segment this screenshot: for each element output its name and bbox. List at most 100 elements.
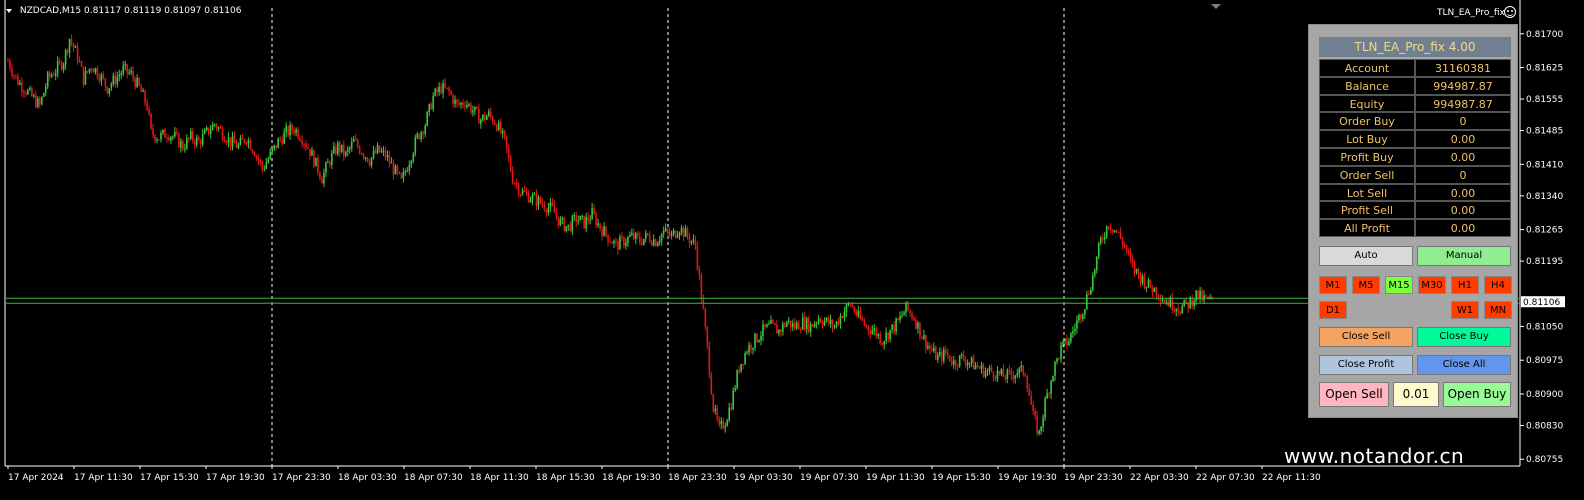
timeframe-mn-button[interactable]: MN xyxy=(1484,301,1512,319)
bull-candle xyxy=(382,150,385,152)
bear-candle xyxy=(15,75,17,77)
bear-candle xyxy=(400,173,403,179)
bull-candle xyxy=(1199,290,1201,299)
timeframe-w1-button[interactable]: W1 xyxy=(1451,301,1479,319)
bear-candle xyxy=(637,233,639,237)
bear-candle xyxy=(86,70,89,73)
bear-candle xyxy=(243,139,246,144)
manual-button[interactable]: Manual xyxy=(1417,246,1511,266)
time-tick-label: 17 Apr 2024 xyxy=(8,473,64,483)
bear-candle xyxy=(207,127,210,135)
lot-size-input[interactable]: 0.01 xyxy=(1393,382,1439,407)
bull-candle xyxy=(231,136,234,147)
bull-candle xyxy=(895,318,897,332)
timeframe-m30-button[interactable]: M30 xyxy=(1418,276,1446,294)
bear-candle xyxy=(599,223,601,230)
bull-candle xyxy=(933,347,935,352)
ea-stat-label: Lot Sell xyxy=(1319,183,1415,202)
bear-candle xyxy=(102,74,105,79)
timeframe-m5-button[interactable]: M5 xyxy=(1352,276,1380,294)
bull-candle xyxy=(410,160,413,165)
bear-candle xyxy=(138,77,140,86)
bull-candle xyxy=(996,370,999,379)
bull-candle xyxy=(585,216,587,229)
bull-candle xyxy=(346,149,349,152)
bear-candle xyxy=(166,137,168,139)
auto-button[interactable]: Auto xyxy=(1319,246,1413,266)
bear-candle xyxy=(378,145,381,153)
time-tick-label: 18 Apr 19:30 xyxy=(602,473,661,483)
close-profit-button[interactable]: Close Profit xyxy=(1319,355,1413,375)
bear-candle xyxy=(1157,295,1160,298)
bull-candle xyxy=(923,335,925,339)
bull-candle xyxy=(937,355,939,360)
bull-candle xyxy=(567,224,570,227)
bear-candle xyxy=(639,236,641,243)
bear-candle xyxy=(221,128,224,140)
bear-candle xyxy=(881,343,883,345)
bull-candle xyxy=(227,137,230,143)
timeframe-m15-button[interactable]: M15 xyxy=(1385,276,1413,294)
close-sell-button[interactable]: Close Sell xyxy=(1319,327,1413,347)
bull-candle xyxy=(348,147,351,150)
bull-candle xyxy=(1062,341,1064,345)
bull-candle xyxy=(581,215,583,217)
bull-candle xyxy=(805,318,808,330)
timeframe-d1-button[interactable]: D1 xyxy=(1319,301,1347,319)
bear-candle xyxy=(299,138,301,141)
bull-candle xyxy=(877,334,880,337)
bear-candle xyxy=(511,170,514,184)
bear-candle xyxy=(176,132,178,134)
bull-candle xyxy=(672,230,675,234)
bull-candle xyxy=(1147,279,1150,287)
bull-candle xyxy=(1095,256,1098,270)
bull-candle xyxy=(942,349,945,361)
bear-candle xyxy=(388,155,391,164)
timeframe-h1-button[interactable]: H1 xyxy=(1451,276,1479,294)
bear-candle xyxy=(178,133,180,148)
bear-candle xyxy=(82,66,85,85)
bull-candle xyxy=(156,139,158,141)
ea-stat-row: All Profit 0.00 xyxy=(1319,219,1511,237)
bear-candle xyxy=(313,150,315,167)
bull-candle xyxy=(678,232,681,236)
bull-candle xyxy=(402,172,405,179)
time-tick-label: 22 Apr 03:30 xyxy=(1130,473,1189,483)
bull-candle xyxy=(1016,373,1019,376)
bull-candle xyxy=(690,241,693,243)
symbol-dropdown-icon[interactable] xyxy=(6,8,12,13)
bear-candle xyxy=(1026,375,1029,389)
bear-candle xyxy=(535,194,538,206)
symbol-info: NZDCAD,M15 0.81117 0.81119 0.81097 0.811… xyxy=(6,6,241,16)
timeframe-m1-button[interactable]: M1 xyxy=(1319,276,1347,294)
bull-candle xyxy=(1000,369,1003,374)
bear-candle xyxy=(1030,395,1033,405)
bear-candle xyxy=(1034,410,1036,416)
bull-candle xyxy=(62,64,65,70)
bear-candle xyxy=(291,125,293,131)
bull-candle xyxy=(901,315,903,317)
close-buy-button[interactable]: Close Buy xyxy=(1417,327,1511,347)
bear-candle xyxy=(523,190,526,192)
bear-candle xyxy=(859,310,862,319)
open-buy-button[interactable]: Open Buy xyxy=(1443,382,1511,407)
bear-candle xyxy=(784,323,786,327)
open-sell-button[interactable]: Open Sell xyxy=(1319,382,1389,407)
close-all-button[interactable]: Close All xyxy=(1417,355,1511,375)
bear-candle xyxy=(505,136,508,149)
bull-candle xyxy=(394,165,397,175)
bear-candle xyxy=(235,143,238,148)
bull-candle xyxy=(124,64,127,66)
bull-candle xyxy=(1052,376,1054,382)
bear-candle xyxy=(493,122,496,125)
bear-candle xyxy=(1115,230,1118,232)
time-tick-label: 22 Apr 07:30 xyxy=(1196,473,1255,483)
timeframe-h4-button[interactable]: H4 xyxy=(1484,276,1512,294)
bear-candle xyxy=(1107,226,1110,228)
bear-candle xyxy=(1197,290,1199,299)
bear-candle xyxy=(799,329,802,331)
chart-shift-marker[interactable] xyxy=(1211,4,1221,9)
bear-candle xyxy=(944,349,947,353)
bear-candle xyxy=(1022,365,1025,375)
bear-candle xyxy=(551,202,554,206)
